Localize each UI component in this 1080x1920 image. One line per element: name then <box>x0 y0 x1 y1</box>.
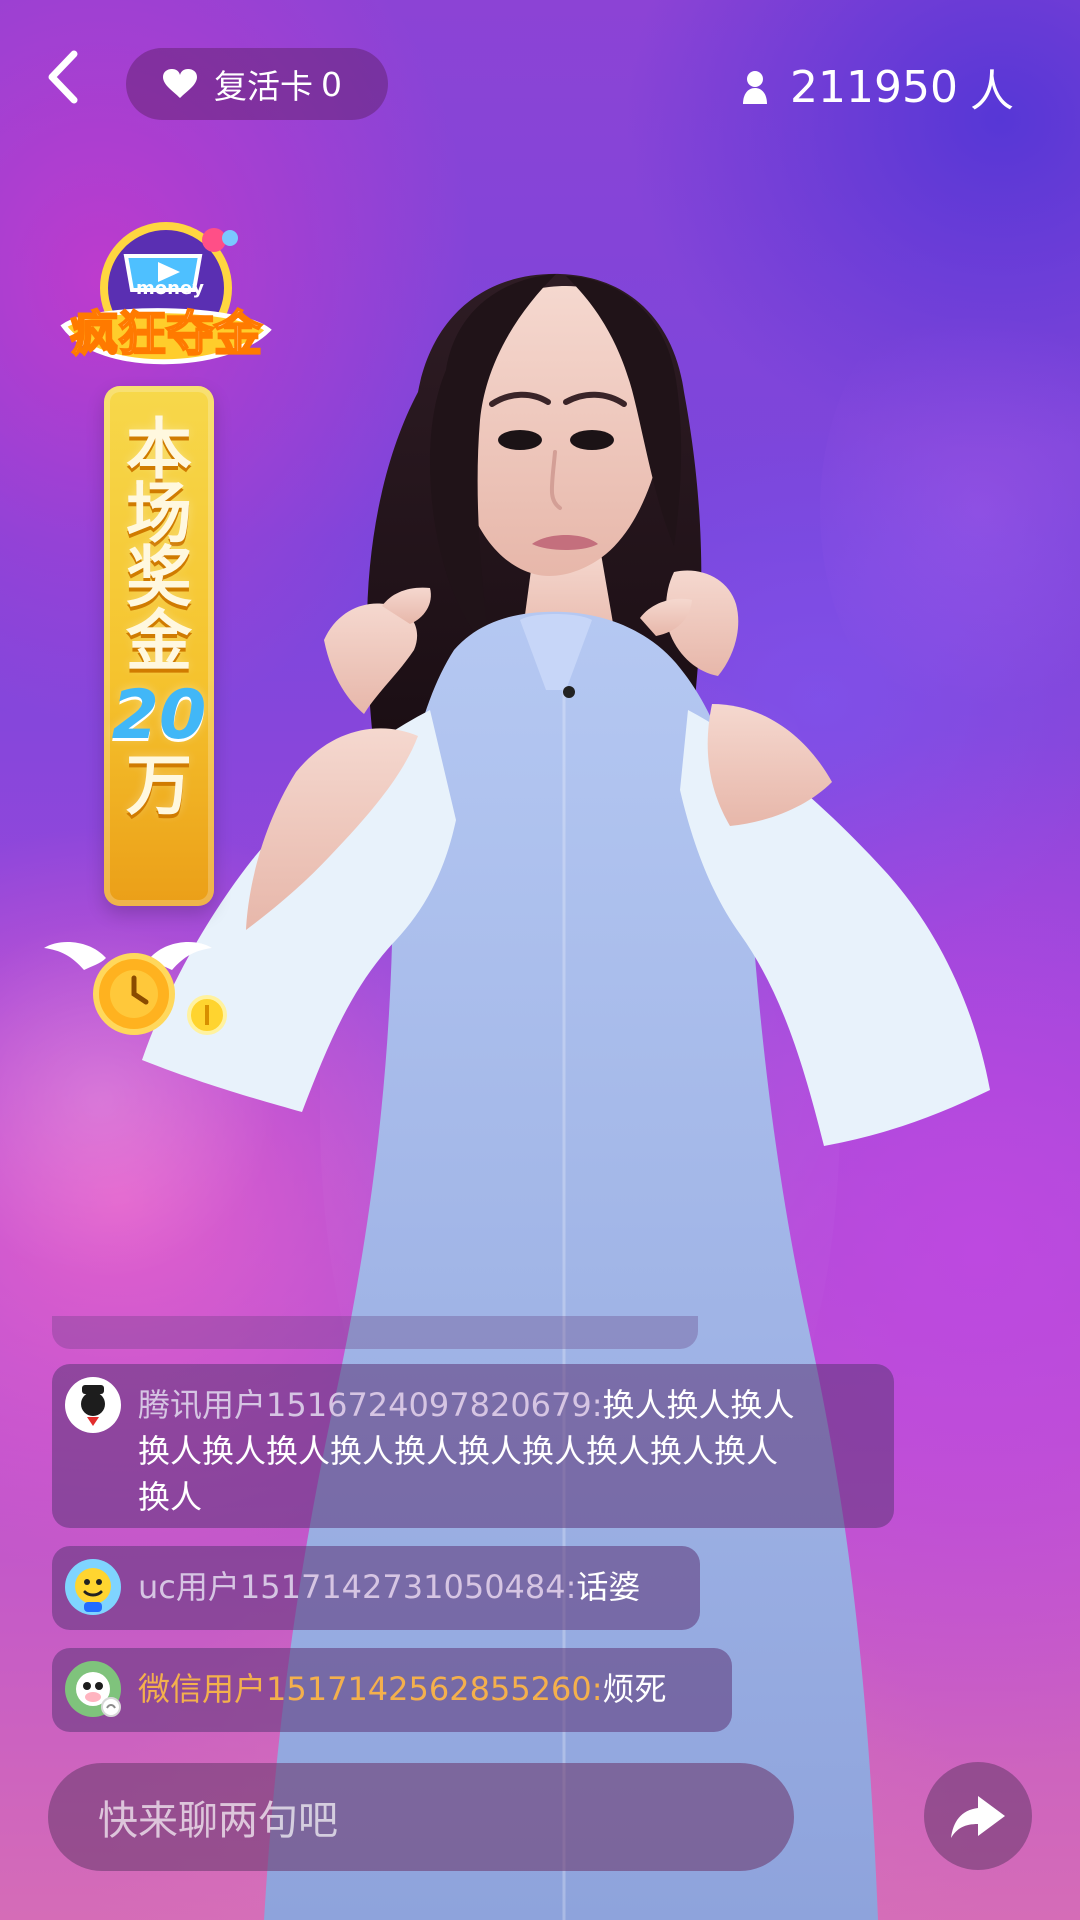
live-stream-screen: money 疯狂夺金 本 场 奖 金 20 万 复活卡 0 211950 人 腾… <box>0 0 1080 1920</box>
comment-stack-fade <box>52 1316 698 1349</box>
comment-text: uc用户1517142731050484:话婆 <box>138 1564 640 1610</box>
comment-item: 腾讯用户1516724097820679:换人换人换人 换人换人换人换人换人换人… <box>52 1364 894 1528</box>
coin-icon <box>187 995 227 1035</box>
top-bar: 复活卡 0 211950 人 <box>0 0 1080 170</box>
prize-banner-text: 本 场 奖 金 20 万 <box>104 411 214 824</box>
comment-text: 腾讯用户1516724097820679:换人换人换人 换人换人换人换人换人换人… <box>138 1382 795 1520</box>
clock-icon <box>93 953 175 1035</box>
prize-unit: 万 <box>126 747 192 824</box>
comment-separator: : <box>591 1670 603 1708</box>
promo-logo-title: 疯狂夺金 <box>70 306 263 362</box>
comment-message: 烦死 <box>602 1670 667 1708</box>
host-eye-right <box>570 430 614 450</box>
comment-item: 微信用户1517142562855260:烦死 <box>52 1648 732 1732</box>
revive-card-count: 0 <box>321 64 342 104</box>
tencent-user-avatar <box>65 1377 121 1433</box>
heart-icon <box>160 66 200 102</box>
host-eye-left <box>498 430 542 450</box>
share-button[interactable] <box>924 1762 1032 1870</box>
prize-char-1: 本 <box>126 411 192 488</box>
comment-separator: : <box>591 1386 603 1424</box>
comment-line-3: 换人 <box>138 1478 203 1516</box>
comment-message: 话婆 <box>576 1568 641 1606</box>
comment-user: uc用户1517142731050484 <box>138 1568 566 1606</box>
comment-user: 腾讯用户1516724097820679 <box>138 1386 592 1424</box>
chat-input[interactable]: 快来聊两句吧 <box>48 1763 794 1871</box>
share-arrow-icon <box>951 1796 1005 1838</box>
viewer-count: 211950 人 <box>738 55 1014 119</box>
prize-banner: 本 场 奖 金 20 万 <box>104 386 214 956</box>
viewer-count-value: 211950 <box>790 61 958 113</box>
revive-card-pill[interactable]: 复活卡 0 <box>126 48 388 120</box>
comment-user: 微信用户1517142562855260 <box>138 1670 592 1708</box>
back-arrow-icon <box>48 50 78 104</box>
prize-char-3: 奖 <box>126 539 192 616</box>
comment-line-2: 换人换人换人换人换人换人换人换人换人换人 <box>138 1432 779 1470</box>
wechat-user-avatar <box>65 1661 121 1717</box>
promo-logo: money 疯狂夺金 <box>60 222 272 365</box>
person-icon <box>738 67 772 107</box>
comment-item: uc用户1517142731050484:话婆 <box>52 1546 700 1630</box>
host-microphone <box>563 686 575 698</box>
chat-placeholder: 快来聊两句吧 <box>98 1798 338 1844</box>
uc-user-avatar <box>65 1559 121 1615</box>
prize-char-4: 金 <box>126 603 192 680</box>
comment-message: 换人换人换人 <box>602 1386 795 1424</box>
back-button[interactable] <box>30 42 100 112</box>
viewer-count-unit: 人 <box>970 66 1014 117</box>
prize-char-2: 场 <box>126 475 192 552</box>
revive-card-label: 复活卡 <box>214 67 313 106</box>
comment-text: 微信用户1517142562855260:烦死 <box>138 1666 667 1712</box>
comment-line-1: 腾讯用户1516724097820679:换人换人换人 <box>138 1382 795 1428</box>
comment-stack: 腾讯用户1516724097820679:换人换人换人 换人换人换人换人换人换人… <box>52 1316 896 1744</box>
prize-amount: 20 <box>111 676 207 755</box>
comment-separator: : <box>565 1568 577 1606</box>
promo-logo-tag: money <box>136 278 204 299</box>
